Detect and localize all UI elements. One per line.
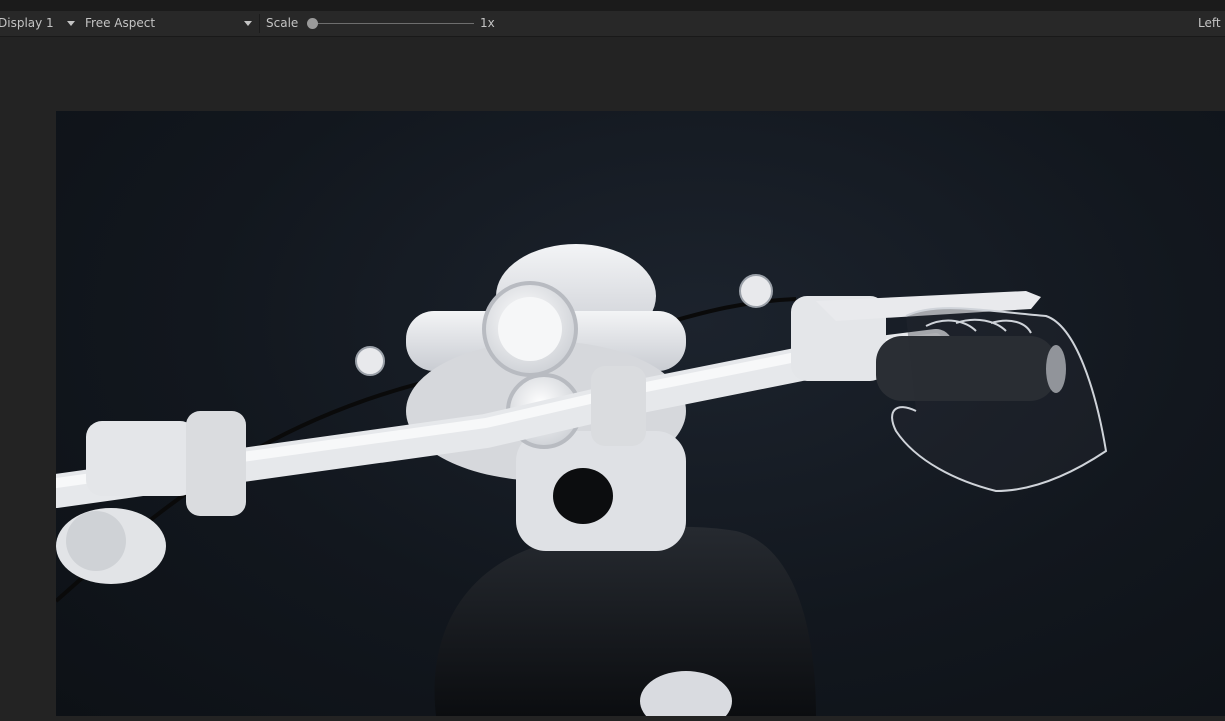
left-grip-cap xyxy=(66,511,126,571)
display-dropdown-label[interactable]: Display 1 xyxy=(0,11,54,36)
window-top-strip xyxy=(0,0,1225,11)
speedometer-face xyxy=(498,297,562,361)
left-eye-dropdown-label[interactable]: Left xyxy=(1198,11,1221,36)
scale-slider-handle[interactable] xyxy=(307,18,318,29)
scene-render xyxy=(56,244,1108,716)
fuel-tank xyxy=(434,526,816,716)
scale-value: 1x xyxy=(480,16,495,30)
right-indicator xyxy=(739,274,773,308)
right-clamp xyxy=(591,366,646,446)
aspect-dropdown-label[interactable]: Free Aspect xyxy=(85,11,155,36)
scale-label: Scale xyxy=(266,16,299,30)
aspect-dropdown-chevron-icon[interactable] xyxy=(244,21,252,26)
scale-slider-track[interactable] xyxy=(313,23,474,24)
display-dropdown-chevron-icon[interactable] xyxy=(67,21,75,26)
left-switch-pod xyxy=(86,421,196,496)
scene-viewport[interactable] xyxy=(56,111,1225,716)
toolbar-divider xyxy=(259,14,260,33)
ignition-switch xyxy=(553,468,613,524)
left-indicator xyxy=(355,346,385,376)
vr-hand-outline xyxy=(891,307,1108,493)
left-clamp xyxy=(186,411,246,516)
game-view-toolbar: Display 1 Free Aspect Scale 1x Left xyxy=(0,11,1225,37)
